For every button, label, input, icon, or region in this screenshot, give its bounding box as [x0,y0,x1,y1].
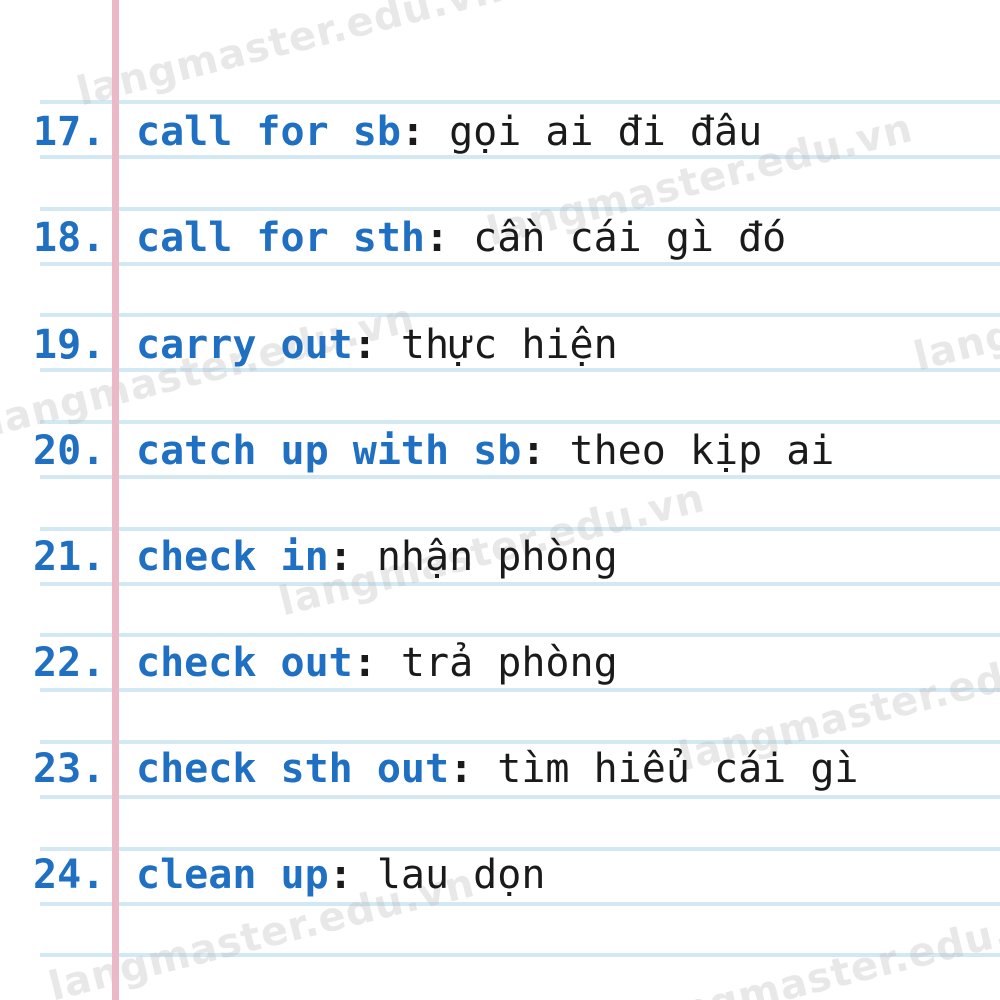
vocab-entry: 24. clean up: lau dọn [0,845,1000,905]
entry-meaning: theo kịp ai [545,428,835,474]
entry-term: call for sb [136,109,401,155]
entry-number: 20. [33,428,106,474]
entry-meaning: gọi ai đi đâu [425,109,763,155]
entry-meaning: cần cái gì đó [449,215,787,261]
watermark: langmaster.edu.vn [634,895,1000,1000]
entry-term: carry out [136,322,353,368]
entry-colon: : [352,322,377,368]
entry-term: catch up with sb [136,428,522,474]
watermark: langmaster.edu.vn [72,0,508,116]
entry-number: 23. [33,746,106,792]
entry-term: clean up [136,852,329,898]
vocab-entry: 17. call for sb: gọi ai đi đâu [0,102,1000,162]
notebook-page: langmaster.edu.vn langmaster.edu.vn lang… [0,0,1000,1000]
entry-colon: : [400,109,425,155]
entry-meaning: thực hiện [376,322,618,368]
entry-meaning: nhận phòng [352,534,618,580]
vocab-entry: 21. check in: nhận phòng [0,527,1000,587]
vocab-entry: 19. carry out: thực hiện [0,315,1000,375]
entry-meaning: lau dọn [352,852,546,898]
entry-term: check out [136,640,353,686]
entry-colon: : [449,746,474,792]
vocab-entry: 18. call for sth: cần cái gì đó [0,208,1000,268]
vocab-entry: 23. check sth out: tìm hiểu cái gì [0,739,1000,799]
entry-colon: : [424,215,450,261]
entry-meaning: trả phòng [376,640,618,686]
vocab-entry: 20. catch up with sb: theo kịp ai [0,421,1000,481]
entry-number: 21. [33,534,106,580]
entry-number: 19. [33,322,106,368]
entry-meaning: tìm hiểu cái gì [473,746,859,792]
entry-number: 24. [33,852,106,898]
entry-number: 18. [33,215,106,261]
entry-term: call for sth [136,215,425,261]
entry-number: 22. [33,640,106,686]
entry-colon: : [328,852,353,898]
entry-term: check sth out [136,746,450,792]
vocab-entry: 22. check out: trả phòng [0,633,1000,693]
entry-colon: : [352,640,377,686]
entry-colon: : [521,428,546,474]
entry-number: 17. [33,109,106,155]
entry-term: check in [136,534,329,580]
ruled-line [40,953,1000,957]
entry-colon: : [328,534,353,580]
